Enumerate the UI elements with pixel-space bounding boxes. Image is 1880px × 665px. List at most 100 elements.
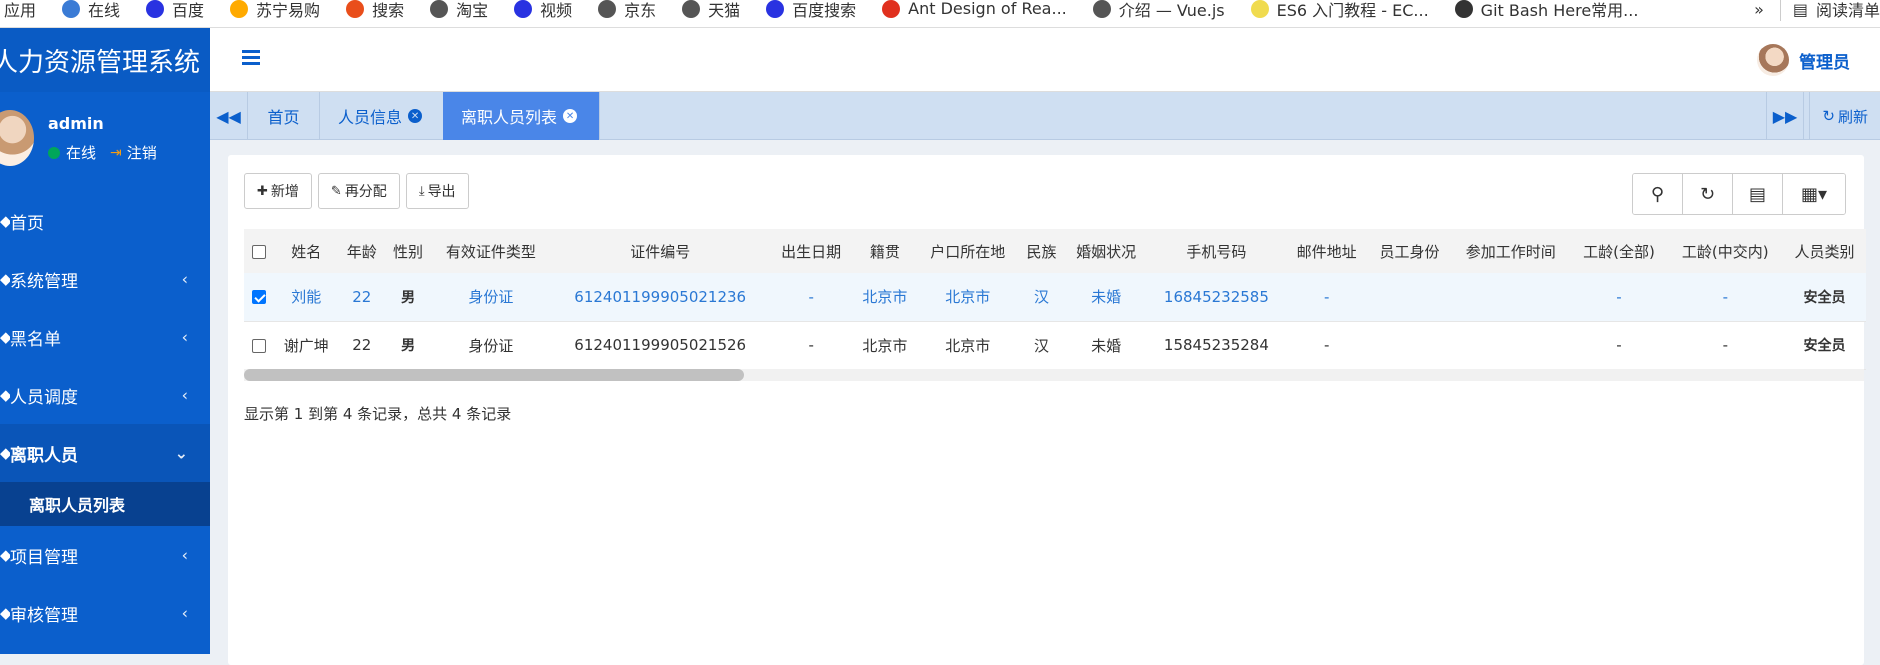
bookmark-item[interactable]: 搜索 <box>346 0 404 21</box>
table-cell: - <box>1570 273 1668 322</box>
toggle-view-button[interactable]: ▤ <box>1733 174 1783 214</box>
sidebar-item-system[interactable]: ◆ 系统管理 ‹ <box>0 250 210 308</box>
table-row[interactable]: 谢广坤 22 男身份证 612401199905021526- 北京市 北京市汉未婚 158… <box>244 321 1866 370</box>
column-header[interactable]: 出生日期 <box>769 229 853 273</box>
row-checkbox-cell <box>244 321 274 370</box>
export-button[interactable]: ⤓ 导出 <box>405 173 469 209</box>
select-all-checkbox[interactable] <box>252 244 266 259</box>
column-header[interactable]: 证件编号 <box>550 229 770 273</box>
home-icon: ◆ <box>0 212 10 230</box>
sidebar-subitem-resigned-list[interactable]: 离职人员列表 <box>0 482 210 526</box>
action-toolbar: ✚ 新增 ✎ 再分配 ⤓ 导出 <box>244 173 475 209</box>
table-cell: 16845232585 <box>1147 273 1286 322</box>
row-checkbox[interactable] <box>252 338 266 353</box>
table-cell <box>1368 273 1451 322</box>
bookmark-item[interactable]: 在线 <box>62 0 120 21</box>
table-cell: 汉 <box>1018 273 1065 322</box>
column-header[interactable]: 年龄 <box>338 229 385 273</box>
bookmark-item[interactable]: 介绍 — Vue.js <box>1092 0 1225 21</box>
menu-toggle-icon[interactable] <box>242 50 260 66</box>
column-header[interactable]: 有效证件类型 <box>431 229 551 273</box>
online-status-icon <box>48 146 60 159</box>
refresh-table-button[interactable]: ↻ <box>1683 174 1733 214</box>
signout-link[interactable]: ⇥ 注销 <box>110 142 157 163</box>
table-cell: - <box>769 321 853 370</box>
table-cell: - <box>1285 321 1369 370</box>
close-tab-icon[interactable]: ✕ <box>408 109 423 123</box>
sidebar-item-blacklist[interactable]: ◆ 黑名单 ‹ <box>0 308 210 366</box>
refresh-label: 刷新 <box>1837 107 1868 126</box>
tab-label: 人员信息 <box>338 108 403 127</box>
edit-icon: ✎ <box>330 183 342 199</box>
tab-home[interactable]: 首页 <box>248 92 320 140</box>
search-button[interactable]: ⚲ <box>1633 174 1683 214</box>
bookmark-item[interactable]: 苏宁易购 <box>230 0 320 21</box>
reading-list-button[interactable]: ▤ 阅读清单 <box>1779 0 1880 21</box>
globe-icon <box>1092 0 1111 18</box>
sidebar-item-dispatch[interactable]: ◆ 人员调度 ‹ <box>0 366 210 424</box>
es-icon <box>1250 0 1269 18</box>
add-button[interactable]: ✚ 新增 <box>244 173 312 209</box>
column-header[interactable]: 婚姻状况 <box>1064 229 1148 273</box>
table-cell: - <box>1667 321 1783 370</box>
bookmark-item[interactable]: 百度 <box>146 0 204 21</box>
tabs-scroll-left-button[interactable]: ◀◀ <box>210 92 248 140</box>
table-cell: 身份证 <box>431 273 551 322</box>
table-cell: 男 <box>384 321 432 370</box>
table-cell: 北京市 <box>917 273 1019 322</box>
bookmark-label: 视频 <box>540 0 573 20</box>
main-content: ✚ 新增 ✎ 再分配 ⤓ 导出 ⚲ ↻ ▤ ▦▾ 姓名 年龄 性别 有效证件类型 证件编号 出生… <box>228 155 1866 665</box>
bookmark-item[interactable]: 百度搜索 <box>766 0 856 21</box>
column-header[interactable]: 手机号码 <box>1147 229 1286 273</box>
column-header[interactable]: 民族 <box>1018 229 1065 273</box>
reassign-button[interactable]: ✎ 再分配 <box>317 173 400 209</box>
table-cell: 未婚 <box>1064 321 1148 370</box>
bookmark-item[interactable]: 天猫 <box>682 0 740 21</box>
bookmark-item[interactable]: Git Bash Here常用... <box>1454 0 1638 21</box>
column-header[interactable]: 户口所在地 <box>917 229 1019 273</box>
bookmark-item[interactable]: ES6 入门教程 - EC... <box>1250 0 1429 21</box>
tab-personnel-info[interactable]: 人员信息 ✕ <box>320 92 453 140</box>
close-tab-icon[interactable]: ✕ <box>563 109 578 123</box>
column-header[interactable]: 人员类别 <box>1782 229 1866 273</box>
bookmark-item[interactable]: 应用 <box>4 0 36 21</box>
column-header[interactable]: 参加工作时间 <box>1450 229 1571 273</box>
column-header[interactable]: 工龄(全部) <box>1570 229 1668 273</box>
column-header[interactable]: 籍贯 <box>852 229 918 273</box>
columns-dropdown-button[interactable]: ▦▾ <box>1783 174 1845 214</box>
bookmark-item[interactable]: 京东 <box>598 0 656 21</box>
column-header[interactable]: 工龄(中交内) <box>1667 229 1783 273</box>
app-logo[interactable]: 人力资源管理系统 <box>0 28 210 92</box>
table-cell: 刘能 <box>274 273 339 322</box>
bookmark-label: 天猫 <box>708 0 741 20</box>
folder-icon: ◆ <box>0 546 10 564</box>
table-row[interactable]: 刘能 22 男身份证 612401199905021236- 北京市 北京市汉未婚 1684… <box>244 273 1866 322</box>
column-header[interactable]: 姓名 <box>274 229 339 273</box>
refresh-button[interactable]: ↻ 刷新 <box>1809 92 1880 140</box>
sidebar-item-audit[interactable]: ◆ 审核管理 ‹ <box>0 584 210 642</box>
chevron-left-icon: ‹ <box>181 385 188 405</box>
sidebar-item-resigned[interactable]: ◆ 离职人员 ⌄ <box>0 424 210 482</box>
bookmarks-overflow-button[interactable]: » <box>1754 0 1764 19</box>
globe-icon <box>682 0 701 18</box>
bookmark-item[interactable]: Ant Design of Rea... <box>882 0 1067 18</box>
sidebar-item-home[interactable]: ◆ 首页 <box>0 192 210 250</box>
reading-list-label: 阅读清单 <box>1815 1 1880 20</box>
user-name: admin <box>48 114 104 133</box>
tab-resigned-list[interactable]: 离职人员列表 ✕ <box>443 92 600 140</box>
bookmark-item[interactable]: 视频 <box>514 0 572 21</box>
tabs-scroll-right-button[interactable]: ▶▶ <box>1766 92 1804 140</box>
table-cell: 未婚 <box>1064 273 1148 322</box>
bookmark-item[interactable]: 淘宝 <box>430 0 488 21</box>
table-cell: 谢广坤 <box>274 321 339 370</box>
bookmarks-bar: 应用 在线 百度 苏宁易购 搜索 淘宝 视频 京东 天猫 百度搜索 Ant Design of Re… <box>0 0 1880 28</box>
scrollbar-thumb[interactable] <box>244 369 744 381</box>
column-header[interactable]: 员工身份 <box>1368 229 1451 273</box>
horizontal-scrollbar[interactable] <box>244 369 1864 381</box>
admin-menu[interactable]: 管理员 <box>1757 44 1850 76</box>
column-header[interactable]: 性别 <box>384 229 432 273</box>
sidebar-item-projects[interactable]: ◆ 项目管理 ‹ <box>0 526 210 584</box>
row-checkbox[interactable] <box>252 290 266 305</box>
column-header[interactable]: 邮件地址 <box>1285 229 1369 273</box>
reading-list-icon: ▤ <box>1792 0 1808 19</box>
